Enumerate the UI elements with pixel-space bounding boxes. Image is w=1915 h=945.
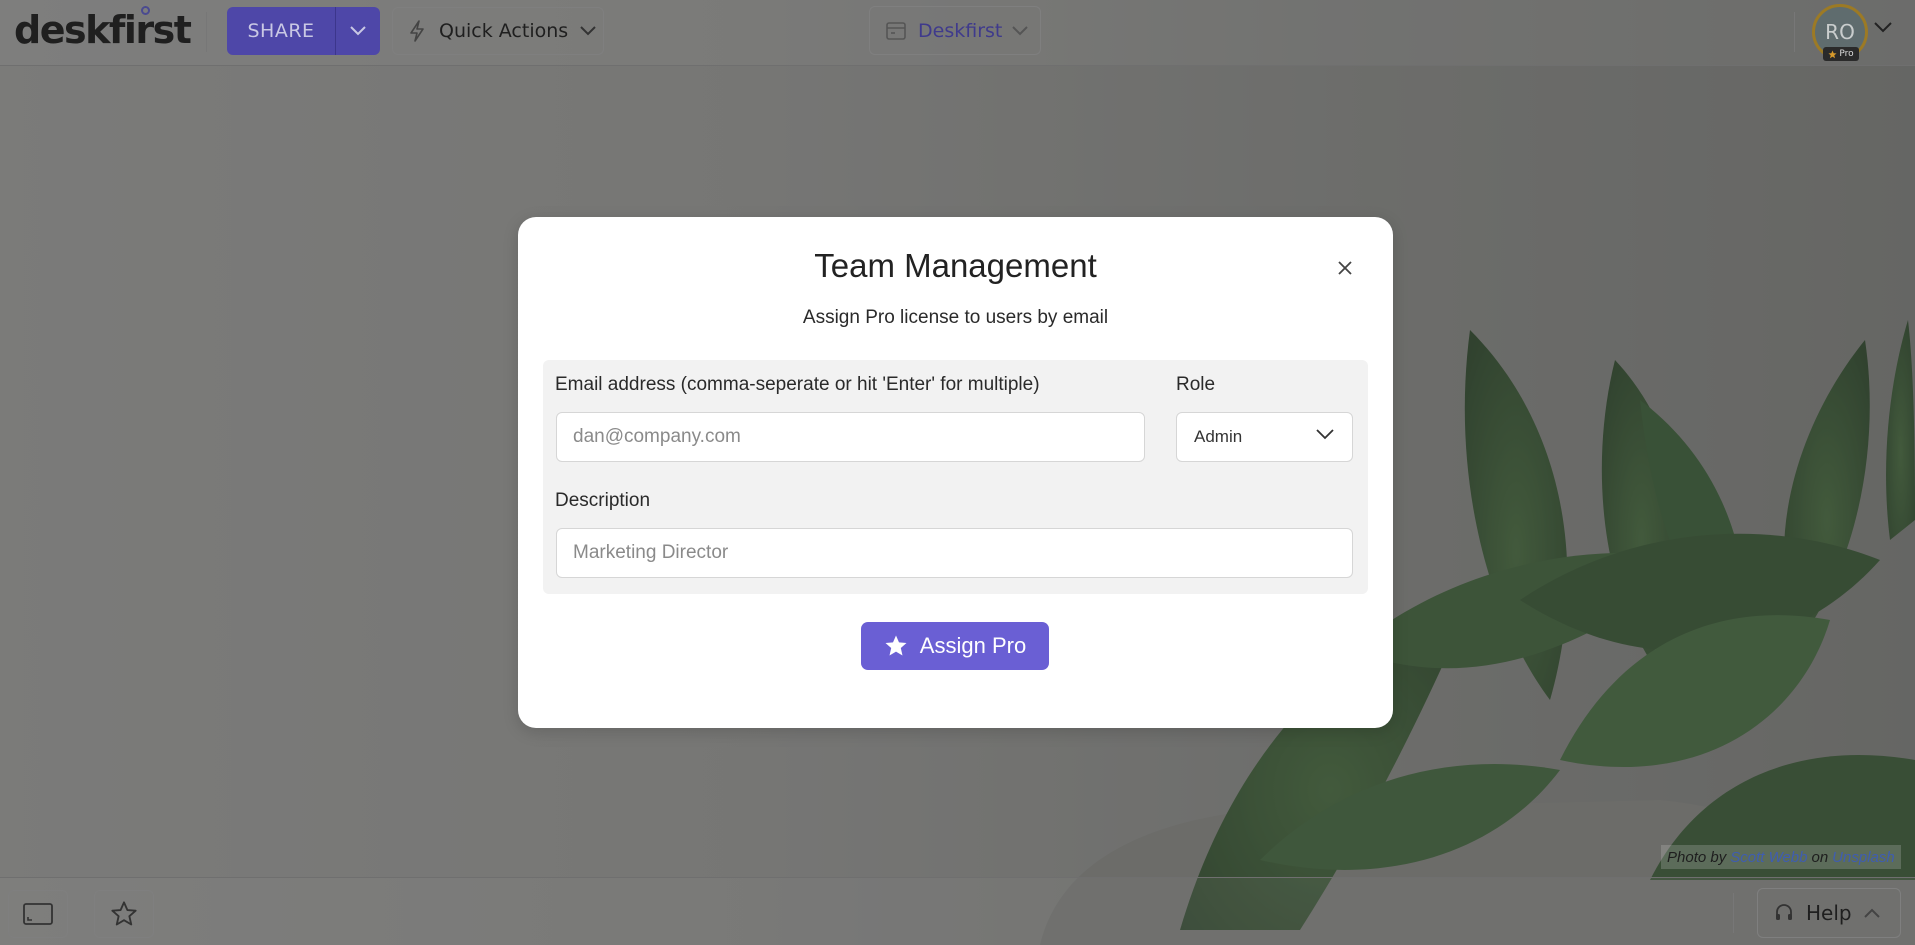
chevron-up-icon bbox=[1863, 908, 1880, 918]
toolbar-divider bbox=[1733, 893, 1734, 933]
share-split-button: SHARE bbox=[227, 7, 380, 55]
share-button[interactable]: SHARE bbox=[227, 20, 335, 42]
window-icon bbox=[886, 21, 906, 40]
photo-credit: Photo by Scott Webb on Unsplash bbox=[1661, 845, 1901, 869]
workspace-label: Deskfirst bbox=[918, 19, 1003, 42]
quick-actions-label: Quick Actions bbox=[439, 20, 569, 42]
toolbar-divider bbox=[206, 12, 207, 52]
screen-icon bbox=[23, 903, 53, 925]
assign-form-panel: Email address (comma-seperate or hit 'En… bbox=[543, 360, 1368, 594]
chevron-down-icon bbox=[1012, 25, 1029, 35]
lightning-icon bbox=[410, 20, 424, 42]
bottom-bar: Help bbox=[0, 877, 1915, 945]
app-logo[interactable]: deskfirst bbox=[14, 6, 192, 52]
chevron-down-icon bbox=[580, 26, 596, 36]
top-bar: deskfirst SHARE Quick Actions Deskfirst … bbox=[0, 0, 1915, 66]
chevron-down-icon bbox=[1316, 429, 1334, 440]
workspace-selector[interactable]: Deskfirst bbox=[869, 6, 1041, 55]
role-value: Admin bbox=[1194, 427, 1243, 446]
star-icon bbox=[885, 635, 907, 656]
help-button[interactable]: Help bbox=[1757, 888, 1901, 938]
description-label: Description bbox=[555, 490, 651, 511]
modal-title: Team Management bbox=[814, 247, 1097, 284]
photo-author-link[interactable]: Scott Webb bbox=[1730, 849, 1807, 866]
description-input[interactable] bbox=[556, 528, 1353, 578]
close-icon[interactable] bbox=[1334, 257, 1356, 279]
photo-source-link[interactable]: Unsplash bbox=[1832, 849, 1895, 866]
role-select[interactable]: Admin bbox=[1176, 412, 1353, 462]
quick-actions-button[interactable]: Quick Actions bbox=[392, 7, 604, 55]
star-outline-icon bbox=[111, 901, 137, 926]
team-management-modal: Team Management Assign Pro license to us… bbox=[518, 217, 1393, 728]
headset-icon bbox=[1776, 904, 1792, 920]
modal-subtitle: Assign Pro license to users by email bbox=[802, 307, 1109, 328]
share-dropdown-toggle[interactable] bbox=[336, 26, 380, 36]
chevron-down-icon[interactable] bbox=[1874, 22, 1892, 33]
fullscreen-button[interactable] bbox=[8, 890, 68, 938]
pro-badge: Pro bbox=[1823, 47, 1859, 61]
toolbar-divider bbox=[1794, 12, 1795, 52]
chevron-down-icon bbox=[350, 26, 366, 36]
star-icon bbox=[1828, 49, 1837, 58]
favorite-button[interactable] bbox=[94, 890, 154, 938]
role-label: Role bbox=[1176, 374, 1216, 395]
assign-pro-button[interactable]: Assign Pro bbox=[861, 622, 1049, 670]
email-input[interactable] bbox=[556, 412, 1145, 462]
email-label: Email address (comma-seperate or hit 'En… bbox=[555, 374, 1040, 395]
